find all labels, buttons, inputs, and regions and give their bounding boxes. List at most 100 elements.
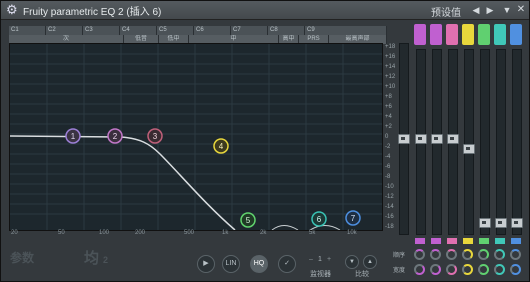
band-1-type-icon[interactable] (414, 24, 426, 45)
eq-curve (10, 135, 236, 230)
band-7-fader[interactable] (511, 49, 523, 235)
band-7-swatch (511, 238, 521, 244)
note-label: C7 (231, 26, 268, 35)
band-1-handle[interactable]: 1 (65, 128, 81, 144)
band-7-handle[interactable]: 7 (345, 210, 361, 226)
window-title: Fruity parametric EQ 2 (插入 6) (23, 7, 162, 18)
band-4-handle[interactable]: 4 (213, 138, 229, 154)
freq-label: 100 (99, 230, 110, 236)
note-label: C3 (83, 26, 120, 35)
db-label: -8 (385, 174, 391, 180)
band-3-width-dial[interactable] (446, 264, 457, 275)
master-fader[interactable] (398, 43, 410, 235)
band-3-fader[interactable] (447, 49, 459, 235)
db-label: +2 (385, 124, 392, 130)
freq-label: 5k (309, 230, 316, 236)
eq-sub-label: 2 (103, 255, 109, 265)
band-6-label: 6 (317, 215, 322, 224)
monitor-value[interactable]: 1 (318, 256, 322, 263)
band-1-width-dial[interactable] (414, 264, 425, 275)
band-6-width-dial[interactable] (494, 264, 505, 275)
fader-handle[interactable] (398, 134, 410, 144)
bottom-bar: 参数 均 2 ▶ LIN HQ ✓ – 1 + 监视器 ▼ ▲ 比较 (1, 239, 391, 281)
fader-handle[interactable] (463, 144, 475, 154)
fader-handle[interactable] (447, 134, 459, 144)
fader-handle[interactable] (511, 218, 523, 228)
band-4-swatch (463, 238, 473, 244)
db-label: -6 (385, 164, 391, 170)
band-1-fader[interactable] (415, 49, 427, 235)
db-label: -18 (385, 224, 394, 230)
band-3-type-icon[interactable] (446, 24, 458, 45)
band-5-label: 5 (246, 216, 251, 225)
fader-handle[interactable] (415, 134, 427, 144)
note-label: C5 (157, 26, 194, 35)
freq-label: 10k (347, 230, 357, 236)
gear-icon[interactable]: ⚙ (6, 3, 20, 17)
eq-graph[interactable]: 1 2 3 4 5 6 7 (9, 43, 383, 231)
check-button[interactable]: ✓ (278, 255, 296, 273)
band-5-width-dial[interactable] (478, 264, 489, 275)
band-6-handle[interactable]: 6 (311, 211, 327, 227)
fader-handle[interactable] (495, 218, 507, 228)
fader-handle[interactable] (479, 218, 491, 228)
fader-handle[interactable] (431, 134, 443, 144)
band-5-order-dial[interactable] (478, 249, 489, 260)
db-label: +12 (385, 74, 396, 80)
eq-label: 均 (84, 250, 100, 267)
band-5-fader[interactable] (479, 49, 491, 235)
band-2-swatch (431, 238, 441, 244)
play-button[interactable]: ▶ (197, 255, 215, 273)
freq-label: 500 (184, 230, 195, 236)
eq-graph-svg: 1 2 3 4 5 6 7 (10, 44, 382, 230)
db-label: +6 (385, 104, 392, 110)
band-7-order-dial[interactable] (510, 249, 521, 260)
db-label: -12 (385, 194, 394, 200)
band-7-width-dial[interactable] (510, 264, 521, 275)
note-label: C4 (120, 26, 157, 35)
band-3-order-dial[interactable] (446, 249, 457, 260)
hq-button[interactable]: HQ (250, 255, 268, 273)
monitor-minus-icon[interactable]: – (309, 256, 313, 263)
db-label: -10 (385, 184, 394, 190)
band-2-width-dial[interactable] (430, 264, 441, 275)
window-menu-button[interactable]: ▼ (501, 3, 513, 17)
monitor-plus-icon[interactable]: + (327, 256, 331, 263)
band-2-handle[interactable]: 2 (107, 128, 123, 144)
band-6-type-icon[interactable] (494, 24, 506, 45)
title-bar[interactable]: ⚙ Fruity parametric EQ 2 (插入 6) 预设值 ◀ ▶ … (1, 1, 529, 20)
band-2-label: 2 (113, 132, 118, 141)
band-2-order-dial[interactable] (430, 249, 441, 260)
band-2-type-icon[interactable] (430, 24, 442, 45)
compare-a-button[interactable]: ▼ (345, 255, 359, 269)
next-preset-button[interactable]: ▶ (484, 3, 496, 17)
band-4-width-dial[interactable] (462, 264, 473, 275)
db-label: +16 (385, 54, 396, 60)
db-label: +4 (385, 114, 392, 120)
close-icon[interactable]: ✕ (515, 3, 527, 17)
freq-label: 200 (135, 230, 146, 236)
db-label: -14 (385, 204, 394, 210)
band-5-swatch (479, 238, 489, 244)
compare-b-button[interactable]: ▲ (363, 255, 377, 269)
note-header: C1 C2 C3 C4 C5 C6 C7 C8 C9 (9, 26, 387, 35)
band-3-handle[interactable]: 3 (147, 128, 163, 144)
band-6-swatch (495, 238, 505, 244)
band-4-fader[interactable] (463, 49, 475, 235)
band-5-type-icon[interactable] (478, 24, 490, 45)
band-6-fader[interactable] (495, 49, 507, 235)
band-4-order-dial[interactable] (462, 249, 473, 260)
band-6-order-dial[interactable] (494, 249, 505, 260)
prev-preset-button[interactable]: ◀ (470, 3, 482, 17)
note-label: C1 (9, 26, 46, 35)
lin-button[interactable]: LIN (222, 255, 240, 273)
band-2-fader[interactable] (431, 49, 443, 235)
band-5-handle[interactable]: 5 (240, 212, 256, 228)
band-1-order-dial[interactable] (414, 249, 425, 260)
band-7-type-icon[interactable] (510, 24, 522, 45)
preset-menu[interactable]: 预设值 (431, 4, 461, 19)
db-label: +14 (385, 64, 396, 70)
band-4-type-icon[interactable] (462, 24, 474, 45)
freq-label: 2k (260, 230, 267, 236)
band-4-label: 4 (219, 142, 224, 151)
